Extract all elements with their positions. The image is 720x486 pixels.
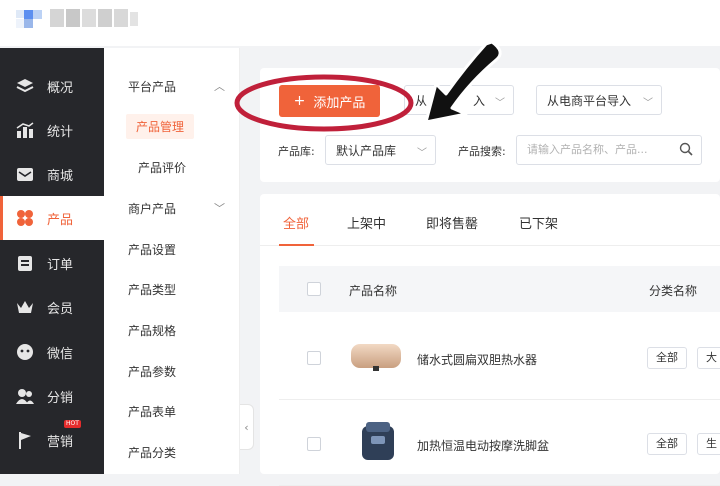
chevron-down-icon: ﹀ [643,98,653,109]
row-checkbox[interactable] [307,437,321,451]
collapse-submenu-button[interactable]: ‹ [240,404,254,450]
clipboard-icon [15,254,35,272]
sidebar-item-label: 统计 [47,125,74,140]
product-name[interactable]: 储水式圆扁双胆热水器 [417,351,537,368]
chart-icon [15,121,35,139]
column-header-name: 产品名称 [349,284,398,298]
import-select-label-tail: 入 [473,94,486,108]
tab-on-shelf[interactable]: 上架中 [347,213,386,232]
product-list-card: 全部 上架中 即将售罄 已下架 产品名称 分类名称 储水式圆扁双胆热水器 全部 … [260,194,720,486]
import-select[interactable]: 从 入 ﹀ [404,85,514,115]
import-ecommerce-label: 从电商平台导入 [547,93,632,108]
submenu-group-platform[interactable]: 平台产品 ︿ [128,78,225,95]
main-sidebar: 概况 统计 商城 产品 订单 会员 微信 分销 营销 HOT [0,48,104,474]
product-submenu: 平台产品 ︿ 产品管理 产品评价 商户产品 ﹀ 产品设置 产品类型 产品规格 产… [104,48,240,474]
search-icon[interactable] [679,142,693,159]
import-select-label: 从 [415,93,428,108]
submenu-item-params[interactable]: 产品参数 [128,363,176,380]
toolbar-card: + 添加产品 从 入 ﹀ 从电商平台导入 ﹀ 产品库: 默认产品库 ﹀ 产品搜索… [260,68,720,182]
category-tag-secondary[interactable]: 大 [697,347,720,369]
chevron-up-icon: ︿ [214,80,225,93]
tab-all[interactable]: 全部 [283,213,309,232]
sidebar-item-label: 商城 [47,169,74,184]
status-tabs: 全部 上架中 即将售罄 已下架 [260,194,720,246]
active-tab-indicator [279,244,314,246]
select-all-checkbox[interactable] [307,282,321,296]
search-input[interactable] [527,143,677,156]
crown-icon [15,298,35,316]
layers-icon [15,77,35,95]
product-name[interactable]: 加热恒温电动按摩洗脚盆 [417,437,549,454]
submenu-group-label: 商户产品 [128,202,177,216]
library-select[interactable]: 默认产品库 ﹀ [325,135,436,165]
sidebar-item-label: 营销 [47,435,74,450]
chevron-left-icon: ‹ [244,420,249,434]
sidebar-item-label: 概况 [47,81,74,96]
category-tag[interactable]: 全部 [647,433,687,455]
table-header: 产品名称 分类名称 [279,266,720,312]
category-tag-secondary[interactable]: 生 [697,433,720,455]
add-product-label: 添加产品 [313,95,366,111]
sidebar-item-label: 微信 [47,347,74,362]
sidebar-item-label: 产品 [47,213,74,228]
flower-icon [15,209,35,227]
row-checkbox[interactable] [307,351,321,365]
submenu-item-manage[interactable]: 产品管理 [126,114,195,139]
users-icon [15,387,35,405]
top-bar [0,0,720,46]
submenu-group-merchant[interactable]: 商户产品 ﹀ [128,200,225,217]
library-label: 产品库: [278,145,315,158]
logo[interactable] [16,6,138,30]
sidebar-item-label: 订单 [47,258,74,273]
product-thumbnail-water-heater [349,340,403,377]
submenu-group-label: 平台产品 [128,80,177,94]
table-row[interactable]: 储水式圆扁双胆热水器 全部 大 [279,316,720,400]
submenu-item-settings[interactable]: 产品设置 [128,241,176,258]
flag-icon [15,431,35,449]
sidebar-item-wechat[interactable]: 微信 [0,330,104,374]
sidebar-item-label: 会员 [47,302,74,317]
sidebar-item-mall[interactable]: 商城 [0,152,104,196]
chat-icon [15,343,35,361]
tab-off-shelf[interactable]: 已下架 [519,213,558,232]
sidebar-item-marketing[interactable]: 营销 HOT [0,418,104,462]
sidebar-item-distribution[interactable]: 分销 [0,374,104,418]
sidebar-item-orders[interactable]: 订单 [0,241,104,285]
sidebar-item-product[interactable]: 产品 [0,196,104,240]
blurred-logo-image [16,9,138,28]
search-label: 产品搜索: [458,145,506,158]
submenu-item-specs[interactable]: 产品规格 [128,322,176,339]
category-tag[interactable]: 全部 [647,347,687,369]
plus-icon: + [293,93,306,109]
column-header-category: 分类名称 [649,284,698,298]
library-select-value: 默认产品库 [336,143,397,158]
mail-icon [15,165,35,183]
submenu-item-forms[interactable]: 产品表单 [128,403,176,420]
sidebar-item-label: 分销 [47,391,74,406]
sidebar-item-stats[interactable]: 统计 [0,108,104,152]
tab-almost-sold-out[interactable]: 即将售罄 [426,213,478,232]
submenu-item-review[interactable]: 产品评价 [138,159,186,176]
submenu-item-category[interactable]: 产品分类 [128,444,176,461]
import-ecommerce-select[interactable]: 从电商平台导入 ﹀ [536,85,662,115]
chevron-down-icon: ﹀ [214,202,225,215]
product-search-box[interactable] [516,135,702,165]
submenu-item-types[interactable]: 产品类型 [128,281,176,298]
add-product-button[interactable]: + 添加产品 [279,85,380,117]
hot-badge: HOT [64,420,81,428]
sidebar-item-overview[interactable]: 概况 [0,64,104,108]
chevron-down-icon: ﹀ [417,148,427,159]
product-thumbnail-foot-bath [359,420,397,467]
chevron-down-icon: ﹀ [495,98,505,109]
table-row[interactable]: 加热恒温电动按摩洗脚盆 全部 生 [279,402,720,486]
sidebar-item-members[interactable]: 会员 [0,285,104,329]
